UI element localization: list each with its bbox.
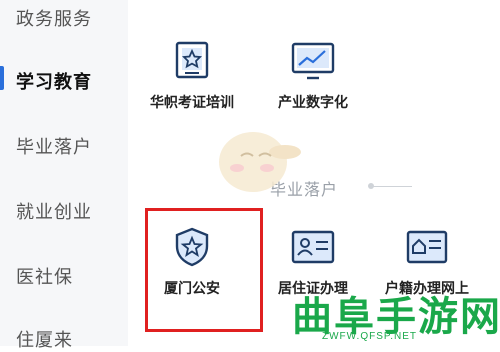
sidebar-item-government-services[interactable]: 政务服务	[16, 5, 92, 31]
sidebar-item-live-in-xiamen[interactable]: 住厦来	[16, 326, 73, 352]
sidebar: 政务服务 学习教育 毕业落户 就业创业 医社保 住厦来	[0, 0, 128, 350]
tile-label: 华帜考证培训	[150, 94, 234, 110]
tile-certificate-training[interactable]: 华帜考证培训	[137, 40, 247, 112]
sidebar-item-medical-social-insurance[interactable]: 医社保	[16, 263, 73, 289]
active-indicator	[0, 66, 4, 90]
sidebar-item-graduate-settlement[interactable]: 毕业落户	[16, 133, 92, 159]
monitor-chart-icon	[291, 42, 335, 80]
watermark-url: ZWFW.QFSP.NET	[322, 331, 418, 342]
sidebar-item-learning-education[interactable]: 学习教育	[16, 68, 92, 94]
tile-industry-digitalization[interactable]: 产业数字化	[258, 40, 368, 112]
tile-label: 产业数字化	[278, 94, 348, 110]
sidebar-item-employment[interactable]: 就业创业	[16, 198, 92, 224]
id-card-icon	[291, 230, 335, 264]
section-decoration-line	[372, 186, 412, 187]
certificate-star-icon	[175, 41, 209, 79]
mascot-bird-icon	[219, 132, 301, 192]
household-register-icon	[406, 230, 448, 264]
highlight-box	[145, 208, 263, 332]
